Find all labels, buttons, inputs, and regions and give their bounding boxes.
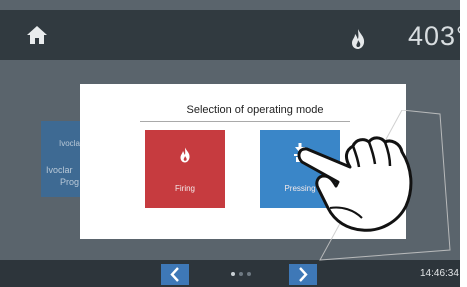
top-bar: 403°	[0, 10, 460, 60]
flame-icon	[352, 29, 365, 49]
previous-page-button[interactable]	[161, 264, 189, 285]
temperature-readout: 403°	[408, 21, 460, 51]
pointing-hand-icon	[297, 110, 451, 261]
tile-text-2: Ivoclar	[46, 165, 73, 175]
flame-icon	[180, 147, 190, 163]
right-margin	[460, 0, 467, 287]
firing-label: Firing	[174, 184, 195, 193]
page-dot-active	[231, 272, 235, 276]
firing-mode-button[interactable]: Firing	[145, 130, 225, 208]
chevron-left-icon	[170, 267, 179, 282]
furnace-screen: 403° Ivoclar Ivoclar Prog 14:46:34 Selec…	[0, 0, 460, 287]
page-dot	[247, 272, 251, 276]
home-icon[interactable]	[26, 25, 48, 45]
page-dot	[239, 272, 243, 276]
tile-text-3: Prog	[60, 177, 80, 187]
